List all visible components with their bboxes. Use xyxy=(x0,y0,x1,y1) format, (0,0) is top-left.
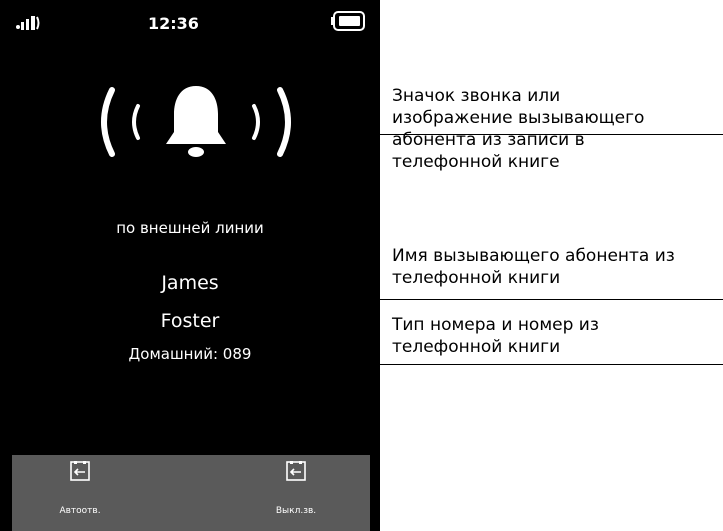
callout-number: Тип номера и номер из телефонной книги xyxy=(392,314,599,358)
auto-answer-icon xyxy=(70,461,90,481)
caller-last-name: Foster xyxy=(160,310,220,332)
caller-number: Домашний: 089 xyxy=(128,345,252,363)
callout-ringer-line: Значок звонка или xyxy=(392,86,561,106)
callout-ringer-line: телефонной книге xyxy=(392,152,560,172)
ringing-bell-icon xyxy=(101,86,291,157)
mute-ringer-button[interactable]: Выкл.зв. xyxy=(236,455,356,531)
phone-screen: 12:36 по внешней линии James Foster Дома… xyxy=(0,0,380,531)
mute-ringer-icon xyxy=(286,461,306,481)
callout-ringer: Значок звонка или изображение вызывающег… xyxy=(392,85,644,173)
callout-number-line: Тип номера и номер из xyxy=(392,315,599,335)
callout-name-line: Имя вызывающего абонента из xyxy=(392,246,675,266)
callout-ringer-pointer xyxy=(340,134,723,135)
mute-ringer-label: Выкл.зв. xyxy=(275,506,317,516)
callout-name-pointer xyxy=(340,299,723,300)
auto-answer-button[interactable]: Автоотв. xyxy=(20,455,140,531)
auto-answer-label: Автоотв. xyxy=(59,506,101,516)
callout-name: Имя вызывающего абонента из телефонной к… xyxy=(392,245,675,289)
battery-full-icon xyxy=(331,11,365,31)
line-type-label: по внешней линии xyxy=(116,219,264,237)
caller-first-name: James xyxy=(161,272,219,294)
action-bar: Автоотв. Выкл.зв. xyxy=(12,455,370,531)
callout-number-line: телефонной книги xyxy=(392,337,561,357)
signal-strength-icon xyxy=(16,16,40,30)
clock-time: 12:36 xyxy=(148,14,199,33)
callout-ringer-line: изображение вызывающего xyxy=(392,108,645,128)
callout-number-pointer xyxy=(340,364,723,365)
callout-name-line: телефонной книги xyxy=(392,268,561,288)
callout-ringer-line: абонента из записи в xyxy=(392,130,585,150)
